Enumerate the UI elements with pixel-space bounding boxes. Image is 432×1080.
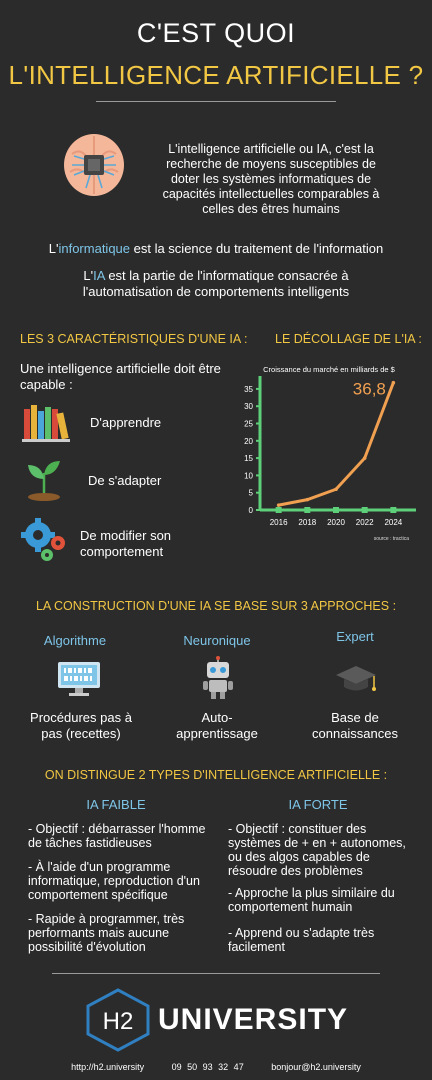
def1-rest: est la science du traitement de l'inform…: [130, 241, 384, 256]
chart-x-tick-mark: [361, 507, 368, 513]
intro-text: L'intelligence artificielle ou IA, c'est…: [162, 142, 380, 216]
logo-h2-text: H2: [103, 1008, 134, 1035]
weak-ai-point-2: - À l'aide d'un programme informatique, …: [28, 860, 200, 902]
footer-email[interactable]: bonjour@h2.university: [271, 1062, 361, 1072]
chart-x-tick-label: 2020: [327, 518, 345, 527]
chart-y-tick-label: 0: [249, 506, 254, 515]
characteristic-adapt: De s'adapter: [88, 473, 162, 488]
graduation-cap-icon: [336, 666, 376, 691]
chart-point: [276, 503, 281, 507]
strong-ai-point-3: - Apprend ou s'adapte très facilement: [228, 926, 375, 954]
chart-y-tick-label: 20: [244, 437, 253, 446]
chart-point: [334, 487, 338, 492]
chart-x-tick-label: 2022: [356, 518, 374, 527]
def1-term: informatique: [58, 241, 131, 256]
chart-source: source : tractica: [374, 536, 410, 542]
characteristic-modify: De modifier son comportement: [80, 528, 172, 559]
characteristics-title: LES 3 CARACTÉRISTIQUES D'UNE IA :: [20, 332, 248, 346]
def2-rest: est la partie de l'informatique consacré…: [82, 268, 350, 299]
monitor-binary-icon: [58, 662, 100, 696]
footer-contacts: http://h2.university 09 50 93 32 47 bonj…: [0, 1062, 432, 1072]
characteristic-learn: D'apprendre: [90, 415, 162, 430]
chart-y-tick-label: 15: [244, 454, 253, 463]
h2-logo-icon: H2: [86, 988, 150, 1052]
definition-informatique: L'informatique est la science du traitem…: [0, 241, 432, 257]
chart-y-tick-label: 5: [249, 489, 254, 498]
title-line-1: C'EST QUOI: [136, 18, 296, 48]
brain-chip-icon: [64, 134, 124, 196]
definition-ia: L'IA est la partie de l'informatique con…: [40, 268, 392, 300]
footer-divider: [52, 973, 380, 974]
chart-point: [391, 380, 396, 385]
chart-x-tick-mark: [275, 507, 282, 513]
gears-icon: [21, 518, 65, 561]
def2-prefix: L': [83, 268, 94, 283]
chart-y-tick-label: 25: [244, 420, 253, 429]
def2-term: IA: [93, 268, 105, 283]
approach-neuronique-desc: Auto-apprentissage: [176, 710, 258, 741]
chart-x-tick-mark: [333, 507, 339, 513]
weak-ai-point-3: - Rapide à programmer, très performants …: [28, 912, 185, 954]
def1-prefix: L': [48, 241, 59, 256]
approaches-title: LA CONSTRUCTION D'UNE IA SE BASE SUR 3 A…: [35, 599, 397, 613]
approach-algorithme-desc: Procédures pas à pas (recettes): [30, 710, 132, 741]
approach-algorithme-name: Algorithme: [43, 633, 107, 648]
divider: [96, 101, 336, 102]
robot-icon: [203, 656, 233, 699]
strong-ai-point-1: - Objectif : constituer des systèmes de …: [228, 822, 406, 878]
characteristics-lead: Une intelligence artificielle doit être …: [20, 361, 221, 392]
chart-annotation: 36,8: [353, 380, 386, 399]
weak-ai-point-1: - Objectif : débarrasser l'homme de tâch…: [28, 822, 206, 850]
title-line-2: L'INTELLIGENCE ARTIFICIELLE ?: [8, 60, 424, 90]
chart-series-line: [278, 382, 395, 507]
takeoff-title: LE DÉCOLLAGE DE L'IA :: [275, 332, 422, 346]
brand-name: UNIVERSITY: [158, 1003, 349, 1036]
chart-y-tick-label: 30: [244, 402, 253, 411]
chart-x-tick-label: 2024: [384, 518, 402, 527]
weak-ai-title: IA FAIBLE: [86, 797, 146, 812]
strong-ai-title: IA FORTE: [288, 797, 348, 812]
strong-ai-point-2: - Approche la plus similaire du comporte…: [228, 886, 395, 914]
chart-x-tick-mark: [390, 507, 397, 513]
chart-point: [305, 497, 310, 502]
chart-y-tick-label: 35: [244, 385, 253, 394]
books-icon: [22, 405, 70, 442]
chart-x-tick-label: 2018: [298, 518, 316, 527]
approach-expert-desc: Base de connaissances: [312, 710, 398, 741]
footer-phone: 09 50 93 32 47: [171, 1062, 244, 1072]
chart-point: [362, 456, 367, 460]
types-title: ON DISTINGUE 2 TYPES D'INTELLIGENCE ARTI…: [44, 768, 388, 782]
chart-y-tick-label: 10: [244, 471, 253, 480]
approach-expert-name: Expert: [336, 629, 374, 644]
chart-title: Croissance du marché en milliards de $: [263, 365, 396, 374]
chart-x-tick-label: 2016: [270, 518, 288, 527]
sprout-icon: [28, 461, 60, 501]
approach-neuronique-name: Neuronique: [183, 633, 251, 648]
market-growth-chart: Croissance du marché en milliards de $ 0…: [244, 365, 416, 542]
footer-url[interactable]: http://h2.university: [71, 1062, 144, 1072]
chart-x-tick-mark: [304, 507, 311, 513]
